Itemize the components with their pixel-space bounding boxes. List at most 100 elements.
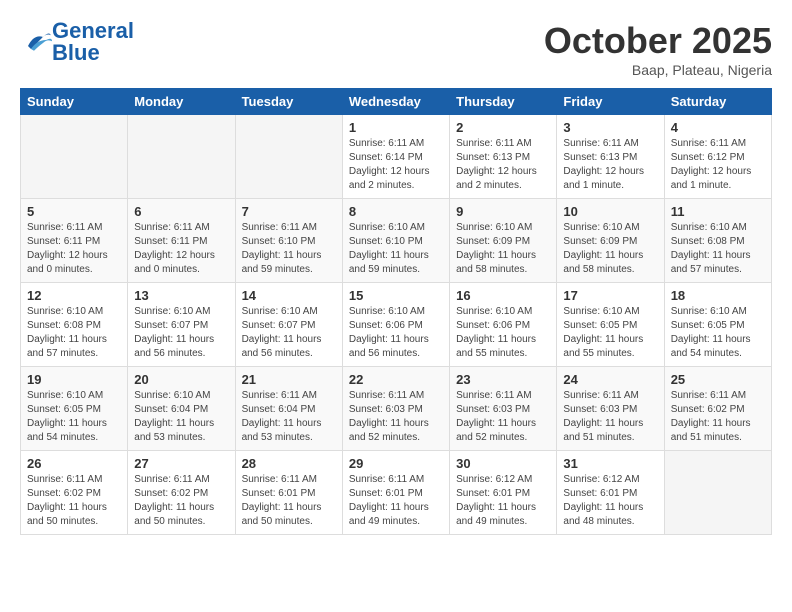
day-number: 24 [563,372,657,387]
calendar-table: Sunday Monday Tuesday Wednesday Thursday… [20,88,772,535]
day-info: Sunrise: 6:11 AM Sunset: 6:12 PM Dayligh… [671,137,765,193]
day-info: Sunrise: 6:10 AM Sunset: 6:07 PM Dayligh… [134,305,228,361]
table-row: 8 Sunrise: 6:10 AM Sunset: 6:10 PM Daylig… [342,199,449,283]
table-row: 24 Sunrise: 6:11 AM Sunset: 6:03 PM Dayli… [557,367,664,451]
day-info: Sunrise: 6:12 AM Sunset: 6:01 PM Dayligh… [563,473,657,529]
day-number: 5 [27,204,121,219]
day-info: Sunrise: 6:11 AM Sunset: 6:13 PM Dayligh… [563,137,657,193]
day-number: 13 [134,288,228,303]
table-row: 10 Sunrise: 6:10 AM Sunset: 6:09 PM Dayli… [557,199,664,283]
day-number: 3 [563,120,657,135]
calendar-week-row: 19 Sunrise: 6:10 AM Sunset: 6:05 PM Dayli… [21,367,772,451]
day-info: Sunrise: 6:10 AM Sunset: 6:08 PM Dayligh… [671,221,765,277]
calendar-week-row: 12 Sunrise: 6:10 AM Sunset: 6:08 PM Dayli… [21,283,772,367]
logo-blue: Blue [52,40,100,65]
table-row: 21Sunrise: 6:11 AM Sunset: 6:04 PM Dayli… [235,367,342,451]
table-row [128,115,235,199]
table-row: 9 Sunrise: 6:10 AM Sunset: 6:09 PM Daylig… [450,199,557,283]
day-info: Sunrise: 6:11 AM Sunset: 6:02 PM Dayligh… [671,389,765,445]
table-row: 25 Sunrise: 6:11 AM Sunset: 6:02 PM Dayli… [664,367,771,451]
day-number: 27 [134,456,228,471]
table-row: 22Sunrise: 6:11 AM Sunset: 6:03 PM Dayli… [342,367,449,451]
calendar-week-row: 5 Sunrise: 6:11 AM Sunset: 6:11 PM Daylig… [21,199,772,283]
day-info: Sunrise: 6:11 AM Sunset: 6:02 PM Dayligh… [134,473,228,529]
day-number: 26 [27,456,121,471]
table-row: 5 Sunrise: 6:11 AM Sunset: 6:11 PM Daylig… [21,199,128,283]
table-row: 14 Sunrise: 6:10 AM Sunset: 6:07 PM Dayli… [235,283,342,367]
day-number: 30 [456,456,550,471]
day-info: Sunrise: 6:10 AM Sunset: 6:09 PM Dayligh… [456,221,550,277]
day-info: Sunrise: 6:11 AM Sunset: 6:01 PM Dayligh… [349,473,443,529]
table-row: 23 Sunrise: 6:11 AM Sunset: 6:03 PM Dayli… [450,367,557,451]
table-row: 4 Sunrise: 6:11 AM Sunset: 6:12 PM Daylig… [664,115,771,199]
month-title: October 2025 [544,20,772,62]
table-row: 1 Sunrise: 6:11 AM Sunset: 6:14 PM Daylig… [342,115,449,199]
day-number: 14 [242,288,336,303]
location: Baap, Plateau, Nigeria [544,62,772,78]
day-number: 29 [349,456,443,471]
col-wednesday: Wednesday [342,89,449,115]
day-info: Sunrise: 6:10 AM Sunset: 6:05 PM Dayligh… [671,305,765,361]
day-info: Sunrise: 6:10 AM Sunset: 6:04 PM Dayligh… [134,389,228,445]
table-row: 3 Sunrise: 6:11 AM Sunset: 6:13 PM Daylig… [557,115,664,199]
table-row: 28 Sunrise: 6:11 AM Sunset: 6:01 PM Dayli… [235,451,342,535]
day-info: Sunrise: 6:10 AM Sunset: 6:05 PM Dayligh… [27,389,121,445]
table-row [664,451,771,535]
table-row: 19 Sunrise: 6:10 AM Sunset: 6:05 PM Dayli… [21,367,128,451]
col-saturday: Saturday [664,89,771,115]
day-number: 20 [134,372,228,387]
day-number: 23 [456,372,550,387]
day-number: 6 [134,204,228,219]
calendar-week-row: 1 Sunrise: 6:11 AM Sunset: 6:14 PM Daylig… [21,115,772,199]
day-number: 12 [27,288,121,303]
day-number: 25 [671,372,765,387]
day-info: Sunrise: 6:11 AM Sunset: 6:03 PM Dayligh… [456,389,550,445]
logo-icon [22,28,52,52]
page-header: General Blue October 2025 Baap, Plateau,… [20,20,772,78]
day-info: Sunrise: 6:11 AM Sunset: 6:10 PM Dayligh… [242,221,336,277]
day-info: Sunrise: 6:10 AM Sunset: 6:05 PM Dayligh… [563,305,657,361]
day-info: Sunrise: 6:11 AM Sunset: 6:03 PM Dayligh… [563,389,657,445]
table-row: 12 Sunrise: 6:10 AM Sunset: 6:08 PM Dayli… [21,283,128,367]
day-number: 9 [456,204,550,219]
table-row: 29 Sunrise: 6:11 AM Sunset: 6:01 PM Dayli… [342,451,449,535]
logo-text: General Blue [52,20,134,64]
day-number: 10 [563,204,657,219]
day-number: 11 [671,204,765,219]
day-number: 28 [242,456,336,471]
table-row: 7Sunrise: 6:11 AM Sunset: 6:10 PM Daylig… [235,199,342,283]
table-row: 20 Sunrise: 6:10 AM Sunset: 6:04 PM Dayli… [128,367,235,451]
day-info: Sunrise: 6:12 AM Sunset: 6:01 PM Dayligh… [456,473,550,529]
day-number: 22 [349,372,443,387]
table-row: 17Sunrise: 6:10 AM Sunset: 6:05 PM Dayli… [557,283,664,367]
day-number: 15 [349,288,443,303]
day-info: Sunrise: 6:10 AM Sunset: 6:10 PM Dayligh… [349,221,443,277]
table-row: 30 Sunrise: 6:12 AM Sunset: 6:01 PM Dayli… [450,451,557,535]
day-number: 2 [456,120,550,135]
table-row: 18 Sunrise: 6:10 AM Sunset: 6:05 PM Dayli… [664,283,771,367]
table-row: 13 Sunrise: 6:10 AM Sunset: 6:07 PM Dayli… [128,283,235,367]
day-number: 18 [671,288,765,303]
calendar-week-row: 26 Sunrise: 6:11 AM Sunset: 6:02 PM Dayli… [21,451,772,535]
day-info: Sunrise: 6:11 AM Sunset: 6:02 PM Dayligh… [27,473,121,529]
day-info: Sunrise: 6:10 AM Sunset: 6:06 PM Dayligh… [349,305,443,361]
table-row: 6 Sunrise: 6:11 AM Sunset: 6:11 PM Daylig… [128,199,235,283]
logo: General Blue [20,20,134,64]
table-row: 31Sunrise: 6:12 AM Sunset: 6:01 PM Dayli… [557,451,664,535]
day-number: 19 [27,372,121,387]
day-info: Sunrise: 6:10 AM Sunset: 6:07 PM Dayligh… [242,305,336,361]
day-number: 1 [349,120,443,135]
table-row [235,115,342,199]
day-info: Sunrise: 6:10 AM Sunset: 6:09 PM Dayligh… [563,221,657,277]
day-info: Sunrise: 6:11 AM Sunset: 6:11 PM Dayligh… [27,221,121,277]
table-row: 15 Sunrise: 6:10 AM Sunset: 6:06 PM Dayli… [342,283,449,367]
day-info: Sunrise: 6:11 AM Sunset: 6:14 PM Dayligh… [349,137,443,193]
col-monday: Monday [128,89,235,115]
day-info: Sunrise: 6:11 AM Sunset: 6:11 PM Dayligh… [134,221,228,277]
table-row: 27 Sunrise: 6:11 AM Sunset: 6:02 PM Dayli… [128,451,235,535]
day-number: 16 [456,288,550,303]
day-info: Sunrise: 6:10 AM Sunset: 6:08 PM Dayligh… [27,305,121,361]
day-number: 4 [671,120,765,135]
day-number: 8 [349,204,443,219]
day-info: Sunrise: 6:11 AM Sunset: 6:01 PM Dayligh… [242,473,336,529]
